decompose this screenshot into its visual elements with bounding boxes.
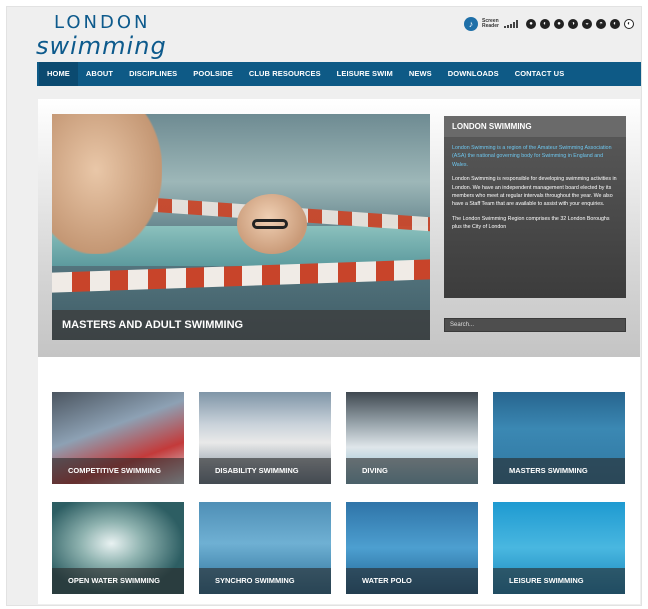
main-content: MASTERS AND ADULT SWIMMING LONDON SWIMMI… bbox=[38, 99, 640, 604]
nav-item-leisure-swim[interactable]: LEISURE SWIM bbox=[329, 62, 401, 86]
text-size-icon[interactable] bbox=[504, 20, 518, 28]
info-panel-intro[interactable]: London Swimming is a region of the Amate… bbox=[444, 138, 626, 169]
contrast-option-7-icon[interactable]: ◐ bbox=[610, 19, 620, 29]
logo-line-1: LONDON bbox=[54, 12, 151, 33]
main-nav: HOME ABOUT DISCIPLINES POOLSIDE CLUB RES… bbox=[37, 62, 641, 86]
tile-disability-swimming[interactable]: DISABILITY SWIMMING bbox=[199, 392, 331, 484]
contrast-toggle-icon[interactable]: ◐ bbox=[624, 19, 634, 29]
hero-caption[interactable]: MASTERS AND ADULT SWIMMING bbox=[52, 310, 430, 340]
search-input[interactable]: Search... bbox=[444, 318, 626, 332]
tile-label: MASTERS SWIMMING bbox=[493, 458, 625, 484]
contrast-option-5-icon[interactable]: ◒ bbox=[582, 19, 592, 29]
nav-item-downloads[interactable]: DOWNLOADS bbox=[440, 62, 507, 86]
info-panel: LONDON SWIMMING London Swimming is a reg… bbox=[444, 116, 626, 298]
tile-label: LEISURE SWIMMING bbox=[493, 568, 625, 594]
nav-item-about[interactable]: ABOUT bbox=[78, 62, 121, 86]
nav-item-contact-us[interactable]: CONTACT US bbox=[507, 62, 573, 86]
hero-swimmer-goggles bbox=[252, 219, 288, 229]
tile-label: SYNCHRO SWIMMING bbox=[199, 568, 331, 594]
tile-diving[interactable]: DIVING bbox=[346, 392, 478, 484]
info-panel-body-1: London Swimming is responsible for devel… bbox=[452, 176, 617, 208]
contrast-option-1-icon[interactable]: ● bbox=[526, 19, 536, 29]
tile-label: DISABILITY SWIMMING bbox=[199, 458, 331, 484]
tile-open-water-swimming[interactable]: OPEN WATER SWIMMING bbox=[52, 502, 184, 594]
tile-label: COMPETITIVE SWIMMING bbox=[52, 458, 184, 484]
nav-item-poolside[interactable]: POOLSIDE bbox=[185, 62, 241, 86]
tile-synchro-swimming[interactable]: SYNCHRO SWIMMING bbox=[199, 502, 331, 594]
screen-reader-label[interactable]: Screen Reader bbox=[482, 19, 500, 29]
tile-leisure-swimming[interactable]: LEISURE SWIMMING bbox=[493, 502, 625, 594]
hero-slider[interactable]: MASTERS AND ADULT SWIMMING bbox=[52, 114, 430, 340]
tile-water-polo[interactable]: WATER POLO bbox=[346, 502, 478, 594]
logo-line-2: swimming bbox=[36, 32, 167, 60]
nav-item-club-resources[interactable]: CLUB RESOURCES bbox=[241, 62, 329, 86]
nav-item-disciplines[interactable]: DISCIPLINES bbox=[121, 62, 185, 86]
screen-reader-icon[interactable]: ♪ bbox=[464, 17, 478, 31]
tile-label: OPEN WATER SWIMMING bbox=[52, 568, 184, 594]
nav-item-home[interactable]: HOME bbox=[39, 62, 78, 86]
site-logo[interactable]: LONDON swimming bbox=[36, 12, 176, 60]
tile-label: DIVING bbox=[346, 458, 478, 484]
hero-swimmer-arm bbox=[52, 114, 162, 254]
accessibility-toolbar: ♪ Screen Reader ● ◐ ● ◑ ◒ ◓ ◐ ◐ bbox=[464, 16, 634, 32]
tile-label: WATER POLO bbox=[346, 568, 478, 594]
tile-competitive-swimming[interactable]: COMPETITIVE SWIMMING bbox=[52, 392, 184, 484]
contrast-option-2-icon[interactable]: ◐ bbox=[540, 19, 550, 29]
nav-item-news[interactable]: NEWS bbox=[401, 62, 440, 86]
contrast-option-3-icon[interactable]: ● bbox=[554, 19, 564, 29]
contrast-option-6-icon[interactable]: ◓ bbox=[596, 19, 606, 29]
contrast-option-4-icon[interactable]: ◑ bbox=[568, 19, 578, 29]
info-panel-title: LONDON SWIMMING bbox=[444, 116, 626, 138]
info-panel-body-2: The London Swimming Region comprises the… bbox=[452, 215, 610, 231]
tile-masters-swimming[interactable]: MASTERS SWIMMING bbox=[493, 392, 625, 484]
